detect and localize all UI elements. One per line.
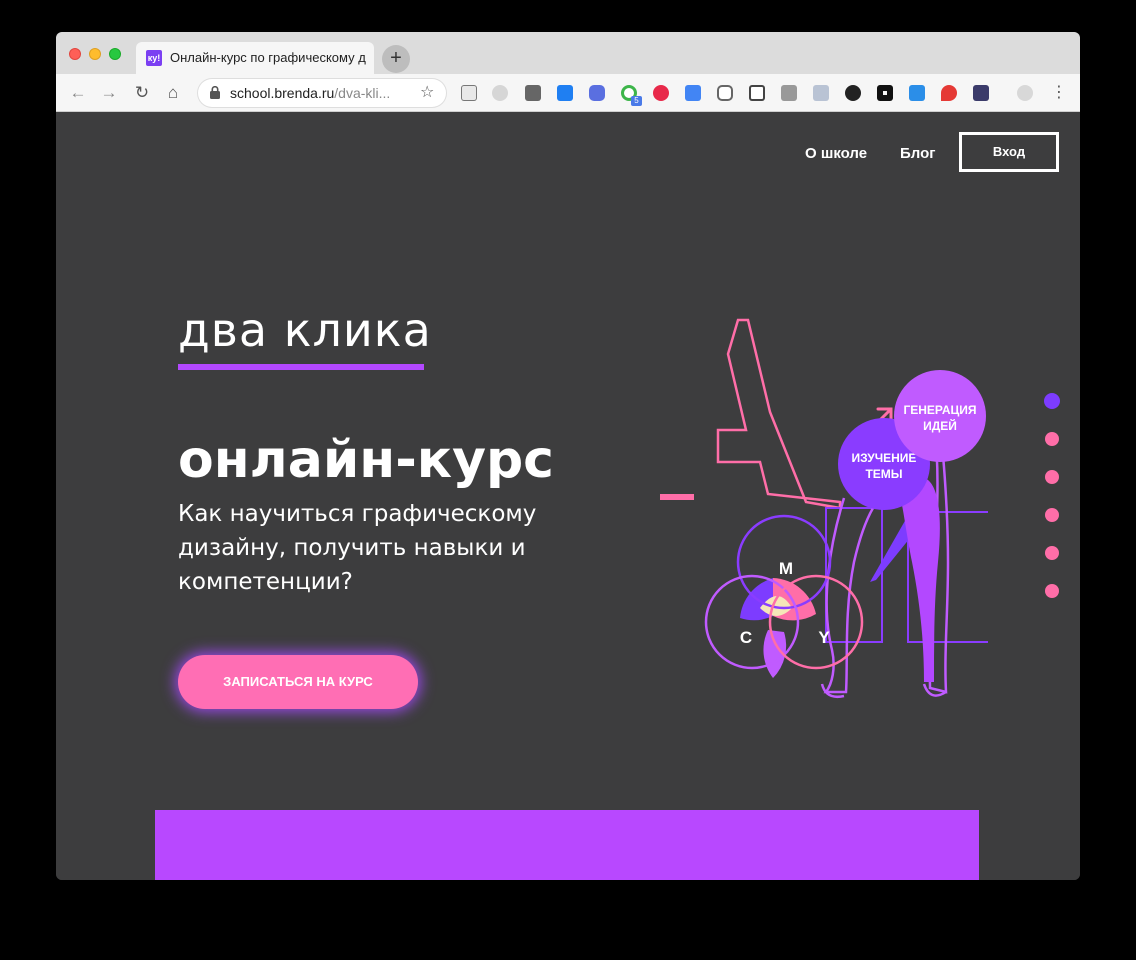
reload-icon[interactable]: ↻ <box>132 83 152 103</box>
slider-dot-3[interactable] <box>1045 470 1059 484</box>
next-section-band <box>155 810 979 880</box>
new-tab-button[interactable]: + <box>382 45 410 73</box>
extension-grid-icon[interactable] <box>973 85 989 101</box>
extension-badge: 5 <box>631 96 642 106</box>
brand-title: два клика <box>178 303 432 357</box>
home-icon[interactable]: ⌂ <box>163 83 183 103</box>
browser-toolbar: ← → ↻ ⌂ school.brenda.ru/dva-kli... ☆ 5 <box>56 74 1080 112</box>
hero-subtitle: Как научиться графическому дизайну, полу… <box>178 501 537 595</box>
slider-pagination <box>1044 393 1061 603</box>
tab-bar: ку! Онлайн-курс по графическому дизайну … <box>56 32 1080 74</box>
login-button[interactable]: Вход <box>959 132 1059 172</box>
enroll-button[interactable]: ЗАПИСАТЬСЯ НА КУРС <box>178 655 418 709</box>
circle-ideas-line1: ГЕНЕРАЦИЯ <box>903 403 976 417</box>
venn-label-m: M <box>779 559 793 578</box>
minimize-window-button[interactable] <box>89 48 101 60</box>
circle-ideas-line2: ИДЕЙ <box>923 418 957 433</box>
bookmark-star-icon[interactable]: ☆ <box>420 82 434 102</box>
slider-dot-1[interactable] <box>1044 393 1060 409</box>
extension-translate-icon[interactable] <box>685 85 701 101</box>
url-path: /dva-kli... <box>334 85 391 101</box>
extension-shield-icon[interactable] <box>845 85 861 101</box>
purple-frame-left <box>825 507 883 643</box>
figure-body-shape <box>899 475 940 682</box>
figure-feet <box>820 683 947 698</box>
pink-outline-shape <box>716 318 842 510</box>
extension-t-icon[interactable] <box>653 85 669 101</box>
back-arrow-icon[interactable]: ← <box>68 83 88 103</box>
extension-camera-icon[interactable] <box>781 85 797 101</box>
page-content: О школе Блог Вход два клика онлайн-курс … <box>56 112 1080 880</box>
extension-dropbox-icon[interactable] <box>557 85 573 101</box>
extension-pin-icon[interactable] <box>941 85 957 101</box>
tab-title: Онлайн-курс по графическому дизайну <box>170 50 366 65</box>
hero-illustration: ИЗУЧЕНИЕ ТЕМЫ ГЕНЕРАЦИЯ ИДЕЙ M C Y <box>660 318 988 698</box>
circle-research-line1: ИЗУЧЕНИЕ <box>852 451 917 465</box>
lock-icon <box>210 86 220 99</box>
maximize-window-button[interactable] <box>109 48 121 60</box>
slider-dot-6[interactable] <box>1045 584 1059 598</box>
nav-about-link[interactable]: О школе <box>805 145 867 162</box>
pink-dash <box>660 494 694 500</box>
extension-screenshot-icon[interactable] <box>749 85 765 101</box>
site-favicon-icon: ку! <box>146 50 162 66</box>
extension-ninja-icon[interactable] <box>877 85 893 101</box>
slider-dot-5[interactable] <box>1045 546 1059 560</box>
hero-title: онлайн-курс <box>178 430 555 490</box>
brand-underline <box>178 364 424 370</box>
browser-menu-icon[interactable]: ⋮ <box>1051 83 1067 103</box>
slider-dot-4[interactable] <box>1045 508 1059 522</box>
address-bar[interactable]: school.brenda.ru/dva-kli... ☆ <box>198 79 446 107</box>
close-window-button[interactable] <box>69 48 81 60</box>
slider-dot-2[interactable] <box>1045 432 1059 446</box>
url-host: school.brenda.ru <box>230 85 335 101</box>
circle-research-line2: ТЕМЫ <box>865 467 902 481</box>
url-text: school.brenda.ru/dva-kli... <box>230 85 410 101</box>
extension-down-arrow-icon[interactable] <box>813 85 829 101</box>
purple-diagonal-line <box>870 512 910 582</box>
venn-label-c: C <box>740 628 752 647</box>
forward-arrow-icon[interactable]: → <box>99 83 119 103</box>
profile-avatar[interactable] <box>1017 85 1033 101</box>
extension-hand-icon[interactable] <box>909 85 925 101</box>
extension-r-icon[interactable] <box>589 85 605 101</box>
nav-blog-link[interactable]: Блог <box>900 145 936 162</box>
extension-drop-icon[interactable] <box>492 85 508 101</box>
venn-label-y: Y <box>818 628 830 647</box>
extension-keyboard-icon[interactable] <box>461 85 477 101</box>
extension-download-icon[interactable] <box>525 85 541 101</box>
browser-window: ку! Онлайн-курс по графическому дизайну … <box>56 32 1080 880</box>
browser-tab-active[interactable]: ку! Онлайн-курс по графическому дизайну <box>136 42 374 74</box>
extension-pocket-icon[interactable] <box>717 85 733 101</box>
